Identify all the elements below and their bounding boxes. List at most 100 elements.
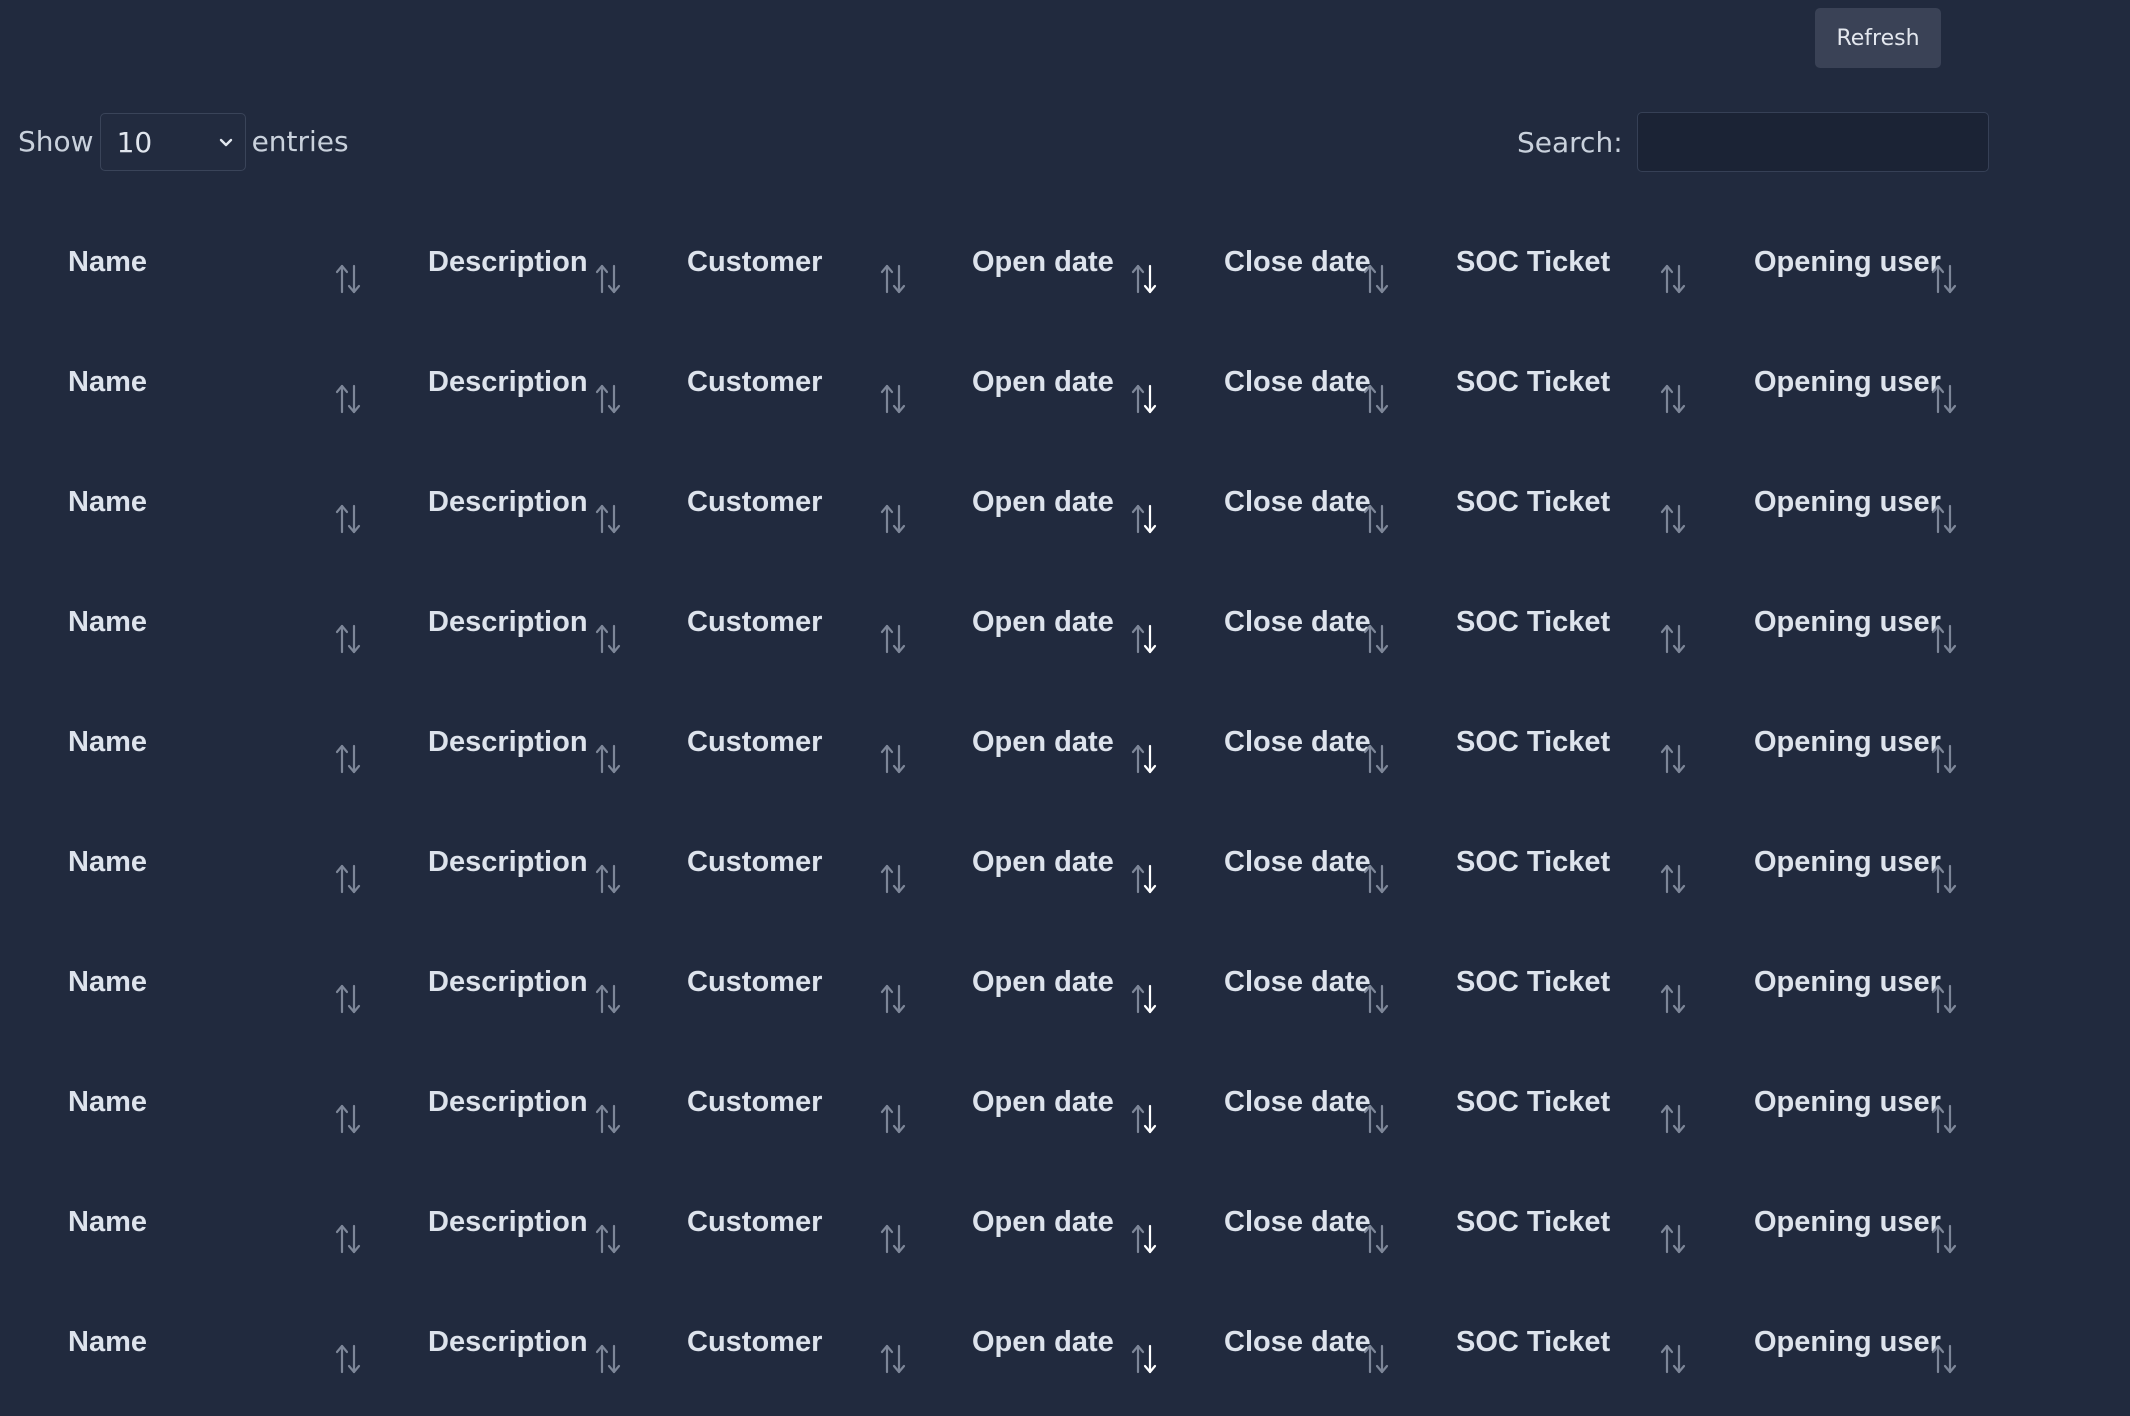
sort-arrows-icon[interactable] [1129,502,1159,536]
column-header-cell[interactable]: Name [0,1044,400,1164]
column-header-cell[interactable]: Description [400,204,660,324]
column-header-cell[interactable]: Description [400,804,660,924]
column-header-cell[interactable]: SOC Ticket [1430,1284,1720,1404]
sort-arrows-icon[interactable] [878,982,908,1016]
column-header-cell[interactable]: SOC Ticket [1430,324,1720,444]
sort-arrows-icon[interactable] [878,862,908,896]
sort-arrows-icon[interactable] [878,1222,908,1256]
sort-arrows-icon[interactable] [333,622,363,656]
sort-arrows-icon[interactable] [593,982,623,1016]
column-header-cell[interactable]: Name [0,444,400,564]
column-header-cell[interactable]: SOC Ticket [1430,204,1720,324]
sort-arrows-icon[interactable] [333,262,363,296]
sort-arrows-icon[interactable] [593,1102,623,1136]
sort-arrows-icon[interactable] [1129,742,1159,776]
column-header-cell[interactable]: Open date [950,804,1200,924]
column-header-cell[interactable]: Customer [660,564,950,684]
column-header-cell[interactable]: Close date [1200,1044,1430,1164]
column-header-cell[interactable]: Customer [660,204,950,324]
sort-arrows-icon[interactable] [1361,262,1391,296]
sort-arrows-icon[interactable] [1129,982,1159,1016]
sort-arrows-icon[interactable] [1361,742,1391,776]
column-header-cell[interactable]: Open date [950,1164,1200,1284]
sort-arrows-icon[interactable] [593,622,623,656]
sort-arrows-icon[interactable] [1658,622,1688,656]
sort-arrows-icon[interactable] [1929,1222,1959,1256]
sort-arrows-icon[interactable] [1658,262,1688,296]
column-header-cell[interactable]: Description [400,924,660,1044]
column-header-cell[interactable]: Open date [950,1044,1200,1164]
column-header-cell[interactable]: Customer [660,1164,950,1284]
column-header-cell[interactable]: Open date [950,444,1200,564]
sort-arrows-icon[interactable] [1929,262,1959,296]
search-input[interactable] [1636,112,1989,172]
column-header-cell[interactable]: Name [0,684,400,804]
sort-arrows-icon[interactable] [333,742,363,776]
column-header-cell[interactable]: Close date [1200,444,1430,564]
column-header-cell[interactable]: Opening user [1720,804,2000,924]
column-header-cell[interactable]: Open date [950,1284,1200,1404]
sort-arrows-icon[interactable] [1361,1102,1391,1136]
sort-arrows-icon[interactable] [333,1222,363,1256]
column-header-cell[interactable]: Description [400,1044,660,1164]
sort-arrows-icon[interactable] [1658,982,1688,1016]
column-header-cell[interactable]: SOC Ticket [1430,444,1720,564]
column-header-cell[interactable]: Open date [950,564,1200,684]
column-header-cell[interactable]: Customer [660,1044,950,1164]
column-header-cell[interactable]: Customer [660,924,950,1044]
sort-arrows-icon[interactable] [1129,1222,1159,1256]
sort-arrows-icon[interactable] [1361,982,1391,1016]
sort-arrows-icon[interactable] [1361,1342,1391,1376]
column-header-cell[interactable]: Opening user [1720,1284,2000,1404]
column-header-cell[interactable]: SOC Ticket [1430,804,1720,924]
sort-arrows-icon[interactable] [593,862,623,896]
sort-arrows-icon[interactable] [1929,382,1959,416]
column-header-cell[interactable]: Description [400,564,660,684]
sort-arrows-icon[interactable] [593,502,623,536]
column-header-cell[interactable]: Customer [660,324,950,444]
sort-arrows-icon[interactable] [593,742,623,776]
sort-arrows-icon[interactable] [593,262,623,296]
refresh-button[interactable]: Refresh [1815,8,1941,68]
column-header-cell[interactable]: Name [0,324,400,444]
column-header-cell[interactable]: Close date [1200,324,1430,444]
column-header-cell[interactable]: Customer [660,804,950,924]
sort-arrows-icon[interactable] [333,1102,363,1136]
sort-arrows-icon[interactable] [1658,502,1688,536]
column-header-cell[interactable]: Open date [950,204,1200,324]
sort-arrows-icon[interactable] [593,1222,623,1256]
sort-arrows-icon[interactable] [1929,742,1959,776]
sort-arrows-icon[interactable] [1929,1342,1959,1376]
sort-arrows-icon[interactable] [1929,982,1959,1016]
column-header-cell[interactable]: Close date [1200,1284,1430,1404]
column-header-cell[interactable]: Close date [1200,564,1430,684]
sort-arrows-icon[interactable] [1361,862,1391,896]
sort-arrows-icon[interactable] [878,502,908,536]
sort-arrows-icon[interactable] [333,382,363,416]
column-header-cell[interactable]: Name [0,924,400,1044]
sort-arrows-icon[interactable] [1129,622,1159,656]
column-header-cell[interactable]: Close date [1200,684,1430,804]
column-header-cell[interactable]: SOC Ticket [1430,684,1720,804]
sort-arrows-icon[interactable] [333,982,363,1016]
sort-arrows-icon[interactable] [1658,1102,1688,1136]
column-header-cell[interactable]: Description [400,444,660,564]
sort-arrows-icon[interactable] [1129,1342,1159,1376]
column-header-cell[interactable]: Open date [950,324,1200,444]
column-header-cell[interactable]: Close date [1200,204,1430,324]
sort-arrows-icon[interactable] [1658,1222,1688,1256]
column-header-cell[interactable]: Close date [1200,924,1430,1044]
column-header-cell[interactable]: SOC Ticket [1430,1044,1720,1164]
column-header-cell[interactable]: Opening user [1720,204,2000,324]
sort-arrows-icon[interactable] [1361,502,1391,536]
sort-arrows-icon[interactable] [333,502,363,536]
sort-arrows-icon[interactable] [1129,862,1159,896]
column-header-cell[interactable]: Name [0,204,400,324]
column-header-cell[interactable]: Description [400,324,660,444]
sort-arrows-icon[interactable] [1361,1222,1391,1256]
column-header-cell[interactable]: Opening user [1720,324,2000,444]
column-header-cell[interactable]: Description [400,684,660,804]
column-header-cell[interactable]: Name [0,564,400,684]
column-header-cell[interactable]: Open date [950,684,1200,804]
sort-arrows-icon[interactable] [1929,622,1959,656]
